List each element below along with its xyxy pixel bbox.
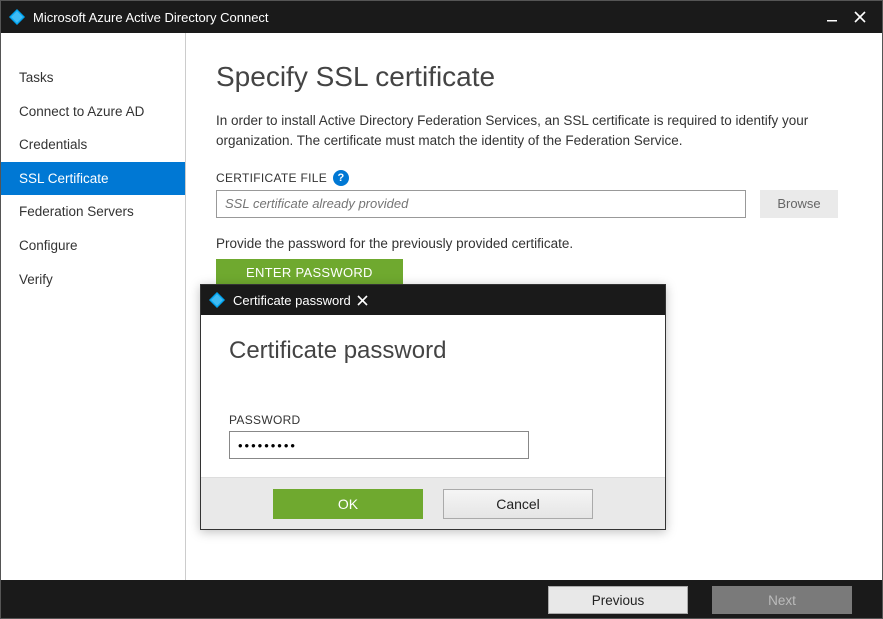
dialog-footer: OK Cancel — [201, 477, 665, 529]
sidebar-item-credentials[interactable]: Credentials — [1, 128, 185, 162]
certificate-password-dialog: Certificate password Certificate passwor… — [200, 284, 666, 530]
password-label: PASSWORD — [229, 413, 637, 427]
cert-file-label-text: CERTIFICATE FILE — [216, 171, 327, 185]
cert-file-label: CERTIFICATE FILE ? — [216, 170, 838, 186]
help-icon[interactable]: ? — [333, 170, 349, 186]
azure-logo-icon — [209, 292, 225, 308]
sidebar-item-federation-servers[interactable]: Federation Servers — [1, 195, 185, 229]
dialog-title: Certificate password — [233, 293, 351, 308]
sidebar-item-ssl-certificate[interactable]: SSL Certificate — [1, 162, 185, 196]
cert-file-input[interactable] — [216, 190, 746, 218]
wizard-footer: Previous Next — [1, 580, 882, 619]
sidebar-item-verify[interactable]: Verify — [1, 263, 185, 297]
cancel-button[interactable]: Cancel — [443, 489, 593, 519]
password-input[interactable] — [229, 431, 529, 459]
dialog-titlebar[interactable]: Certificate password — [201, 285, 665, 315]
password-prompt-text: Provide the password for the previously … — [216, 236, 838, 251]
sidebar-item-configure[interactable]: Configure — [1, 229, 185, 263]
titlebar[interactable]: Microsoft Azure Active Directory Connect — [1, 1, 882, 33]
sidebar-item-connect-to-azure-ad[interactable]: Connect to Azure AD — [1, 95, 185, 129]
ok-button[interactable]: OK — [273, 489, 423, 519]
window-title: Microsoft Azure Active Directory Connect — [33, 10, 269, 25]
sidebar-item-tasks[interactable]: Tasks — [1, 61, 185, 95]
intro-text: In order to install Active Directory Fed… — [216, 111, 838, 152]
browse-button[interactable]: Browse — [760, 190, 838, 218]
next-button[interactable]: Next — [712, 586, 852, 614]
minimize-button[interactable] — [818, 1, 846, 33]
previous-button[interactable]: Previous — [548, 586, 688, 614]
dialog-close-button[interactable] — [351, 285, 375, 315]
azure-logo-icon — [9, 9, 25, 25]
app-window: Microsoft Azure Active Directory Connect… — [0, 0, 883, 619]
close-button[interactable] — [846, 1, 874, 33]
sidebar: Tasks Connect to Azure AD Credentials SS… — [1, 33, 186, 580]
dialog-heading: Certificate password — [229, 337, 637, 365]
page-title: Specify SSL certificate — [216, 61, 838, 93]
enter-password-button[interactable]: ENTER PASSWORD — [216, 259, 403, 287]
